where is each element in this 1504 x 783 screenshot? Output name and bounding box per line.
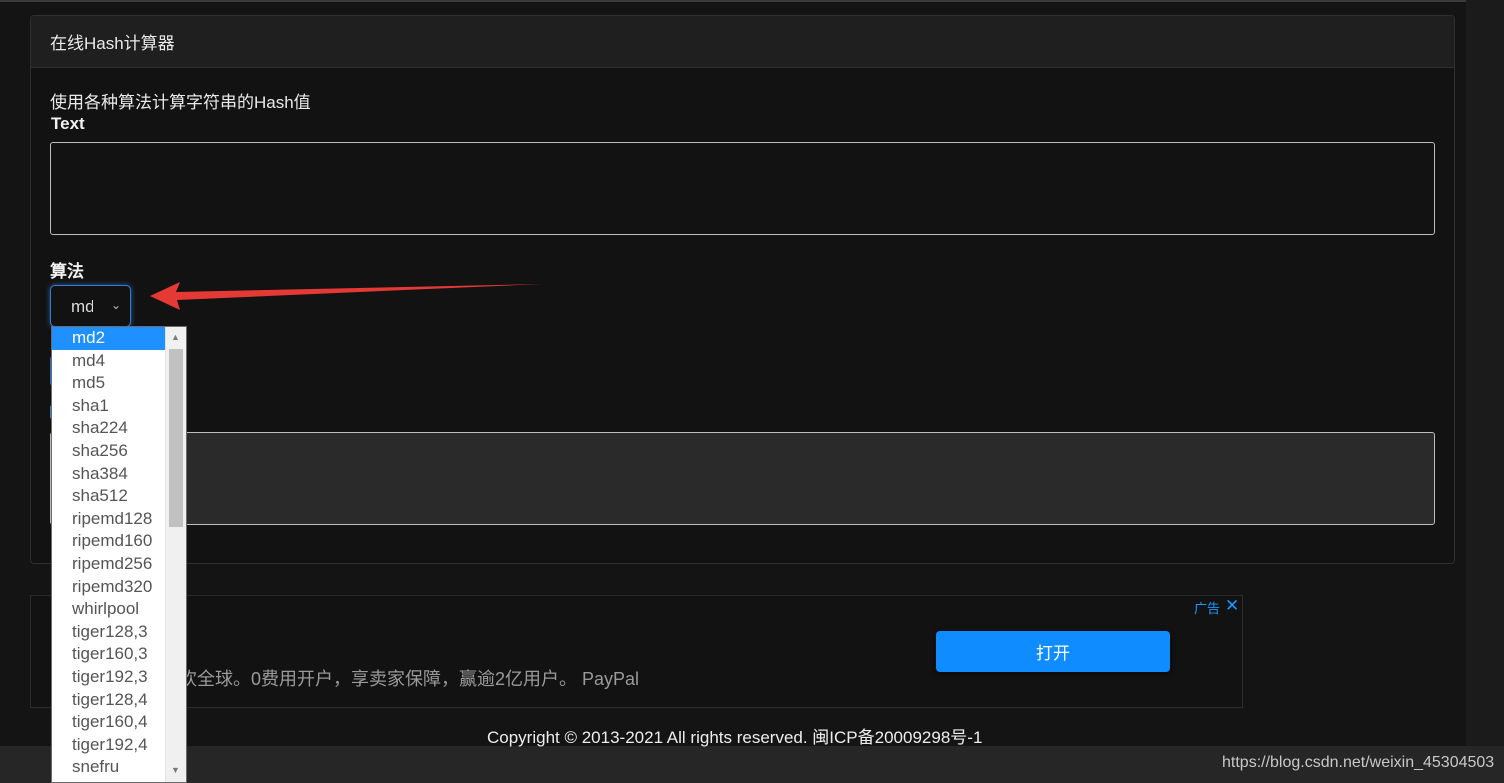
red-arrow-annotation — [150, 282, 542, 310]
advertisement-banner[interactable]: 欢全球。0费用开户，享卖家保障，赢逾2亿用户。 PayPal 打开 广告 ✕ — [30, 595, 1243, 708]
algorithm-select-value: md2 — [71, 297, 93, 316]
panel-title: 在线Hash计算器 — [50, 34, 175, 53]
ad-text: 欢全球。0费用开户，享卖家保障，赢逾2亿用户。 PayPal — [179, 669, 640, 689]
dropdown-option[interactable]: sha256 — [52, 440, 165, 463]
dropdown-option[interactable]: snefru — [52, 756, 165, 779]
ad-tag: 广告 — [1194, 601, 1221, 616]
dropdown-option[interactable]: md5 — [52, 372, 165, 395]
dropdown-option[interactable]: ripemd128 — [52, 508, 165, 531]
panel-description: 使用各种算法计算字符串的Hash值 — [50, 93, 311, 112]
scroll-down-icon[interactable]: ▼ — [171, 765, 180, 775]
ad-open-button[interactable]: 打开 — [936, 631, 1170, 672]
text-label: Text — [51, 114, 85, 133]
dropdown-option[interactable]: sha384 — [52, 463, 165, 486]
right-scrollbar-track — [1466, 0, 1504, 783]
dropdown-option[interactable]: tiger192,3 — [52, 666, 165, 689]
dropdown-option[interactable]: ripemd160 — [52, 530, 165, 553]
watermark-url: https://blog.csdn.net/weixin_45304503 — [1222, 754, 1495, 771]
scroll-up-icon[interactable]: ▲ — [171, 332, 180, 342]
dropdown-options: md2 md4 md5 sha1 sha224 sha256 sha384 sha512 rip… — [52, 327, 165, 779]
close-icon[interactable]: ✕ — [1225, 596, 1239, 616]
panel-header: 在线Hash计算器 — [31, 16, 1454, 68]
algorithm-label: 算法 — [50, 262, 84, 281]
dropdown-option[interactable]: tiger128,4 — [52, 689, 165, 712]
top-strip — [0, 0, 1504, 2]
dropdown-option[interactable]: sha224 — [52, 417, 165, 440]
dropdown-option[interactable]: md2 — [52, 327, 165, 350]
dropdown-option[interactable]: tiger128,3 — [52, 621, 165, 644]
dropdown-option[interactable]: tiger160,3 — [52, 643, 165, 666]
text-input[interactable] — [50, 142, 1435, 235]
dropdown-option[interactable]: sha1 — [52, 395, 165, 418]
dropdown-option[interactable]: sha512 — [52, 485, 165, 508]
dropdown-option[interactable]: tiger192,4 — [52, 734, 165, 757]
dropdown-option[interactable]: ripemd256 — [52, 553, 165, 576]
copyright-text: Copyright © 2013-2021 All rights reserve… — [487, 728, 983, 747]
algorithm-dropdown-list[interactable]: md2 md4 md5 sha1 sha224 sha256 sha384 sha512 rip… — [51, 326, 187, 783]
scrollbar-thumb[interactable] — [169, 349, 183, 527]
algorithm-select[interactable]: md2 ⌄ — [50, 285, 131, 327]
dropdown-scrollbar[interactable]: ▲ ▼ — [165, 327, 186, 782]
dropdown-option[interactable]: ripemd320 — [52, 576, 165, 599]
dropdown-option[interactable]: whirlpool — [52, 598, 165, 621]
dropdown-option[interactable]: md4 — [52, 350, 165, 373]
hash-output[interactable] — [50, 432, 1435, 525]
chevron-down-icon: ⌄ — [111, 298, 122, 312]
dropdown-option[interactable]: tiger160,4 — [52, 711, 165, 734]
